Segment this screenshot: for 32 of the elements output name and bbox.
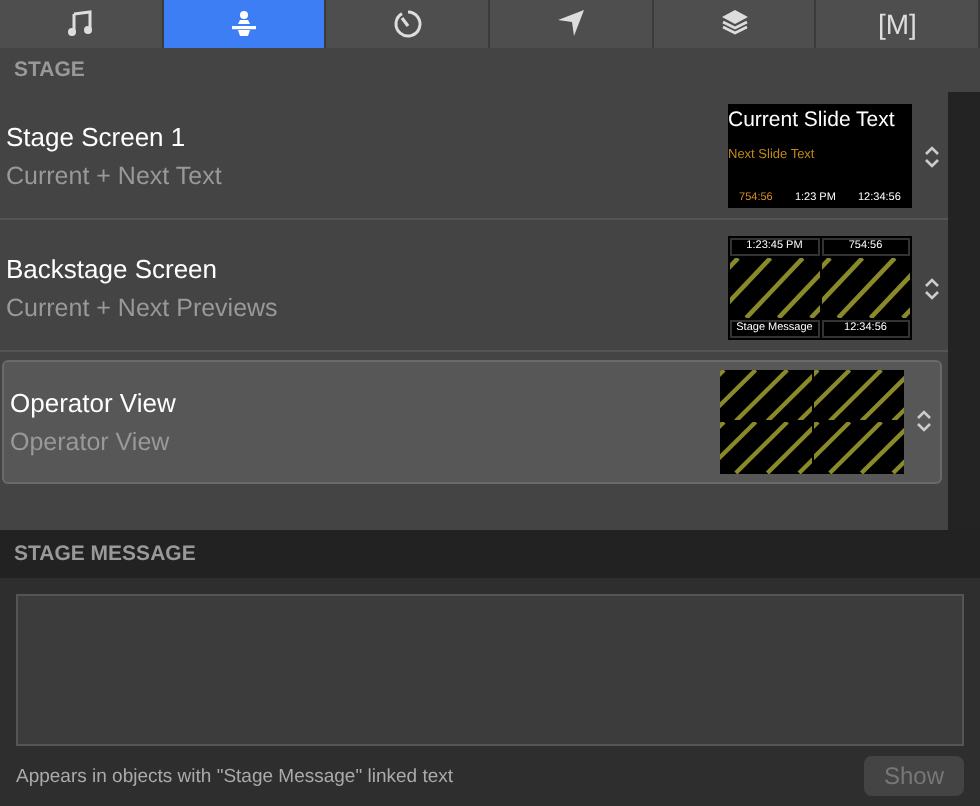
tab[interactable] [326, 0, 491, 48]
stepper-icon[interactable] [924, 143, 940, 170]
screen-layout: Current + Next Previews [6, 294, 280, 323]
screen-layout: Operator View [10, 427, 172, 456]
layers-icon [719, 8, 750, 39]
screen-name: Backstage Screen [6, 254, 220, 285]
message-field[interactable] [16, 594, 964, 747]
stage-screen-row[interactable]: Operator View Operator View [2, 359, 942, 484]
tab[interactable]: [M] [816, 0, 980, 48]
stripe-pattern [813, 422, 904, 474]
stripe-pattern [720, 422, 811, 474]
stepper-icon[interactable] [924, 275, 940, 302]
hint-text: Appears in objects with "Stage Message" linked text [16, 765, 453, 788]
tab[interactable] [490, 0, 654, 48]
send-arrow-icon [555, 8, 586, 39]
screen-layout: Current + Next Text [6, 162, 224, 191]
podium-icon [230, 9, 258, 38]
music-note-icon [66, 9, 95, 38]
timer-icon [391, 7, 424, 40]
preview-text: Current Slide Text [728, 106, 897, 133]
stripe-pattern [730, 258, 819, 319]
stepper-icon[interactable] [916, 408, 932, 435]
screen-name: Stage Screen 1 [6, 122, 188, 153]
tab[interactable] [653, 0, 817, 48]
tab[interactable] [163, 0, 327, 48]
tab[interactable] [0, 0, 164, 48]
section-title: STAGE [14, 57, 85, 82]
stripe-pattern [720, 369, 811, 421]
screen-name: Operator View [10, 387, 178, 418]
stripe-pattern [813, 369, 904, 421]
stripe-pattern [821, 258, 910, 319]
section-title: STAGE MESSAGE [14, 542, 196, 567]
